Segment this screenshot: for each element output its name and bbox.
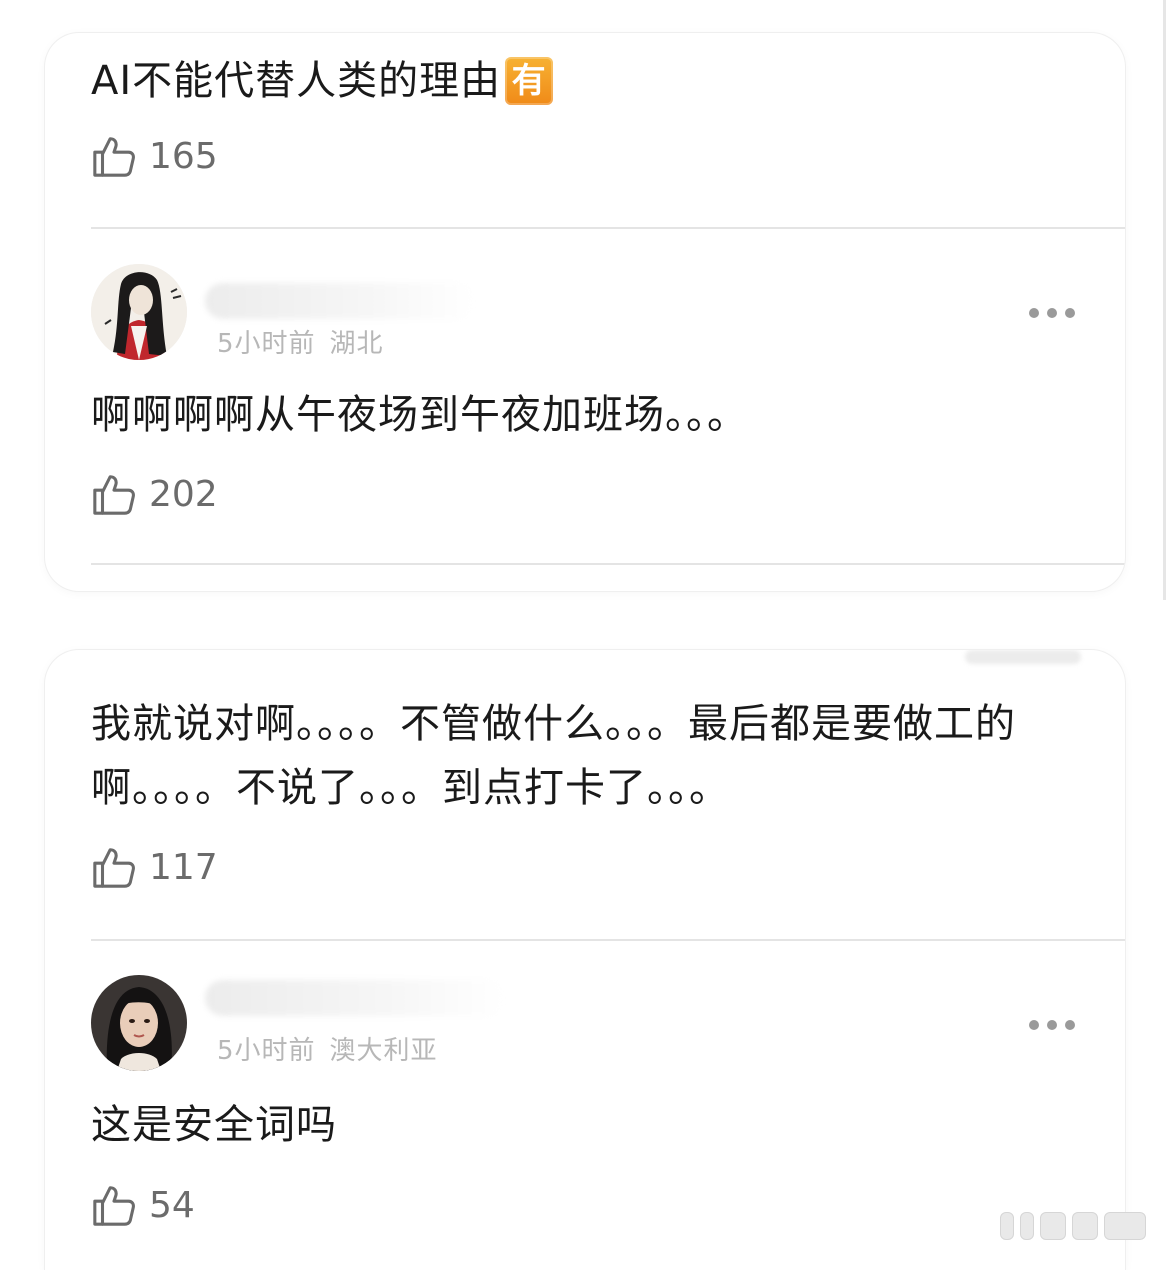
like-count: 54 (149, 1184, 195, 1226)
comment-location: 澳大利亚 (329, 1036, 438, 1066)
like-button[interactable]: 165 (91, 133, 218, 179)
post-title-row: AI不能代替人类的理由 有 (91, 49, 1091, 113)
bar (1000, 1212, 1014, 1240)
username-blurred (205, 283, 475, 319)
more-button[interactable] (1025, 1010, 1079, 1040)
avatar[interactable] (91, 264, 187, 360)
like-button[interactable]: 202 (91, 471, 218, 517)
bar (1040, 1212, 1066, 1240)
like-count: 117 (149, 846, 218, 888)
avatar-image (91, 264, 187, 360)
comment-text: 啊啊啊啊从午夜场到午夜加班场。。。 (91, 392, 748, 438)
ellipsis-dot (1047, 308, 1057, 318)
thumbs-up-icon (93, 475, 135, 515)
more-button[interactable] (1025, 298, 1079, 328)
comment-time: 5小时前 (217, 329, 316, 359)
bar (1104, 1212, 1146, 1240)
comment-meta: 5小时前 澳大利亚 (217, 1030, 438, 1067)
comment-location: 湖北 (329, 329, 384, 359)
like-count: 165 (149, 135, 218, 177)
avatar[interactable] (91, 975, 187, 1071)
like-count: 202 (149, 473, 218, 515)
divider (91, 939, 1125, 941)
divider (91, 563, 1125, 565)
you-emoji-badge: 有 (505, 57, 554, 105)
bar (1020, 1212, 1034, 1240)
thumbs-up-icon (93, 1186, 135, 1226)
bar (1072, 1212, 1098, 1240)
thumbs-up-icon (93, 848, 135, 888)
thumbs-up-icon (93, 137, 135, 177)
ellipsis-dot (1065, 1020, 1075, 1030)
username-blurred (205, 980, 505, 1016)
comment-meta: 5小时前 湖北 (217, 323, 384, 360)
comment-text: 我就说对啊。。。。不管做什么。。。最后都是要做工的啊。。。。不说了。。。到点打卡… (91, 701, 1016, 811)
like-button[interactable]: 117 (91, 844, 218, 890)
divider (91, 227, 1125, 229)
like-button[interactable]: 54 (91, 1182, 195, 1228)
post-card: AI不能代替人类的理由 有 165 5小时前 湖北 啊啊啊啊从午夜场到午夜加班场。… (45, 33, 1125, 591)
comment-text: 这是安全词吗 (91, 1102, 337, 1148)
scrollbar-track (1163, 0, 1166, 600)
ellipsis-dot (1047, 1020, 1057, 1030)
avatar-image (91, 975, 187, 1071)
ellipsis-dot (1065, 308, 1075, 318)
comment-time: 5小时前 (217, 1036, 316, 1066)
post-title: AI不能代替人类的理由 (91, 58, 502, 104)
blurred-area (965, 650, 1081, 664)
watermark-bars (1000, 1212, 1158, 1242)
ellipsis-icon (1029, 308, 1039, 318)
ellipsis-icon (1029, 1020, 1039, 1030)
post-card: 我就说对啊。。。。不管做什么。。。最后都是要做工的啊。。。。不说了。。。到点打卡… (45, 650, 1125, 1270)
